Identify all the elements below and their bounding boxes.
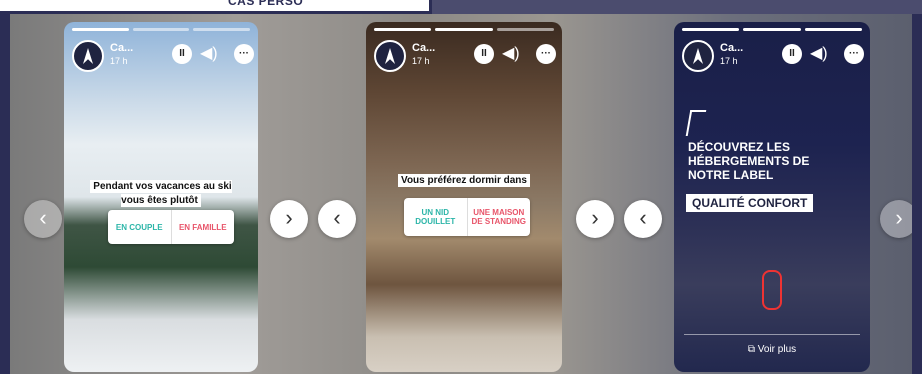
poll: UN NID DOUILLET UNE MAISON DE STANDING bbox=[404, 198, 530, 236]
progress-bar bbox=[72, 28, 251, 31]
account-name[interactable]: Ca... bbox=[720, 42, 743, 54]
pause-icon[interactable]: II bbox=[474, 44, 494, 64]
chevron-right-icon: › bbox=[591, 205, 599, 230]
more-icon[interactable]: ··· bbox=[536, 44, 556, 64]
progress-bar bbox=[374, 28, 554, 31]
story-headline: DÉCOUVREZ LES HÉBERGEMENTS DE NOTRE LABE… bbox=[688, 140, 810, 182]
pause-icon[interactable]: II bbox=[782, 44, 802, 64]
volume-icon[interactable]: ◀) bbox=[810, 44, 828, 64]
story-header: Ca... 17 h II ◀) ··· bbox=[72, 40, 254, 76]
avatar[interactable] bbox=[72, 40, 104, 72]
prev-story-button[interactable]: ‹ bbox=[318, 200, 356, 238]
see-more-label: Voir plus bbox=[757, 344, 797, 355]
volume-icon[interactable]: ◀) bbox=[200, 44, 218, 64]
header-tab: CAS PERSO bbox=[0, 0, 432, 14]
chevron-left-icon: ‹ bbox=[39, 205, 47, 230]
poll-option[interactable]: EN FAMILLE bbox=[170, 210, 235, 244]
prev-story-button[interactable]: ‹ bbox=[24, 200, 62, 238]
progress-bar bbox=[682, 28, 862, 31]
account-name[interactable]: Ca... bbox=[412, 42, 435, 54]
story-card-1[interactable]: Ca... 17 h II ◀) ··· Pendant vos vacance… bbox=[64, 22, 258, 372]
next-story-button[interactable]: › bbox=[576, 200, 614, 238]
account-name[interactable]: Ca... bbox=[110, 42, 133, 54]
more-icon[interactable]: ··· bbox=[844, 44, 864, 64]
poll-option[interactable]: UNE MAISON DE STANDING bbox=[466, 198, 531, 236]
next-story-button[interactable]: › bbox=[880, 200, 912, 238]
story-time: 17 h bbox=[110, 56, 128, 66]
chevron-left-icon: ‹ bbox=[333, 205, 341, 230]
chevron-right-icon: › bbox=[285, 205, 293, 230]
story-header: Ca... 17 h II ◀) ··· bbox=[682, 40, 864, 76]
poll-question: Pendant vos vacances au ski vous êtes pl… bbox=[64, 180, 258, 208]
pause-icon[interactable]: II bbox=[172, 44, 192, 64]
poll-option[interactable]: UN NID DOUILLET bbox=[404, 198, 467, 236]
stories-viewer: ‹ Ca... 17 h II ◀) ··· Pendant vos vacan… bbox=[0, 14, 922, 374]
story-time: 17 h bbox=[720, 56, 738, 66]
avatar[interactable] bbox=[682, 40, 714, 72]
swipe-up-icon bbox=[762, 270, 782, 310]
poll-question: Vous préférez dormir dans bbox=[366, 174, 562, 188]
story-time: 17 h bbox=[412, 56, 430, 66]
prev-story-button[interactable]: ‹ bbox=[624, 200, 662, 238]
story-card-2[interactable]: Ca... 17 h II ◀) ··· Vous préférez dormi… bbox=[366, 22, 562, 372]
ibex-logo-icon bbox=[685, 110, 707, 136]
story-card-3[interactable]: Ca... 17 h II ◀) ··· DÉCOUVREZ LES HÉBER… bbox=[674, 22, 870, 372]
chevron-left-icon: ‹ bbox=[639, 205, 647, 230]
avatar[interactable] bbox=[374, 40, 406, 72]
external-link-icon: ⧉ bbox=[747, 344, 758, 355]
story-header: Ca... 17 h II ◀) ··· bbox=[374, 40, 556, 76]
header-title: CAS PERSO bbox=[228, 0, 304, 8]
next-story-button[interactable]: › bbox=[270, 200, 308, 238]
more-icon[interactable]: ··· bbox=[234, 44, 254, 64]
chevron-right-icon: › bbox=[895, 205, 903, 230]
poll-option[interactable]: EN COUPLE bbox=[108, 210, 171, 244]
volume-icon[interactable]: ◀) bbox=[502, 44, 520, 64]
see-more-link[interactable]: ⧉ Voir plus bbox=[674, 344, 870, 355]
label-badge: QUALITÉ CONFORT bbox=[686, 194, 814, 212]
poll: EN COUPLE EN FAMILLE bbox=[108, 210, 234, 244]
divider bbox=[684, 334, 860, 335]
